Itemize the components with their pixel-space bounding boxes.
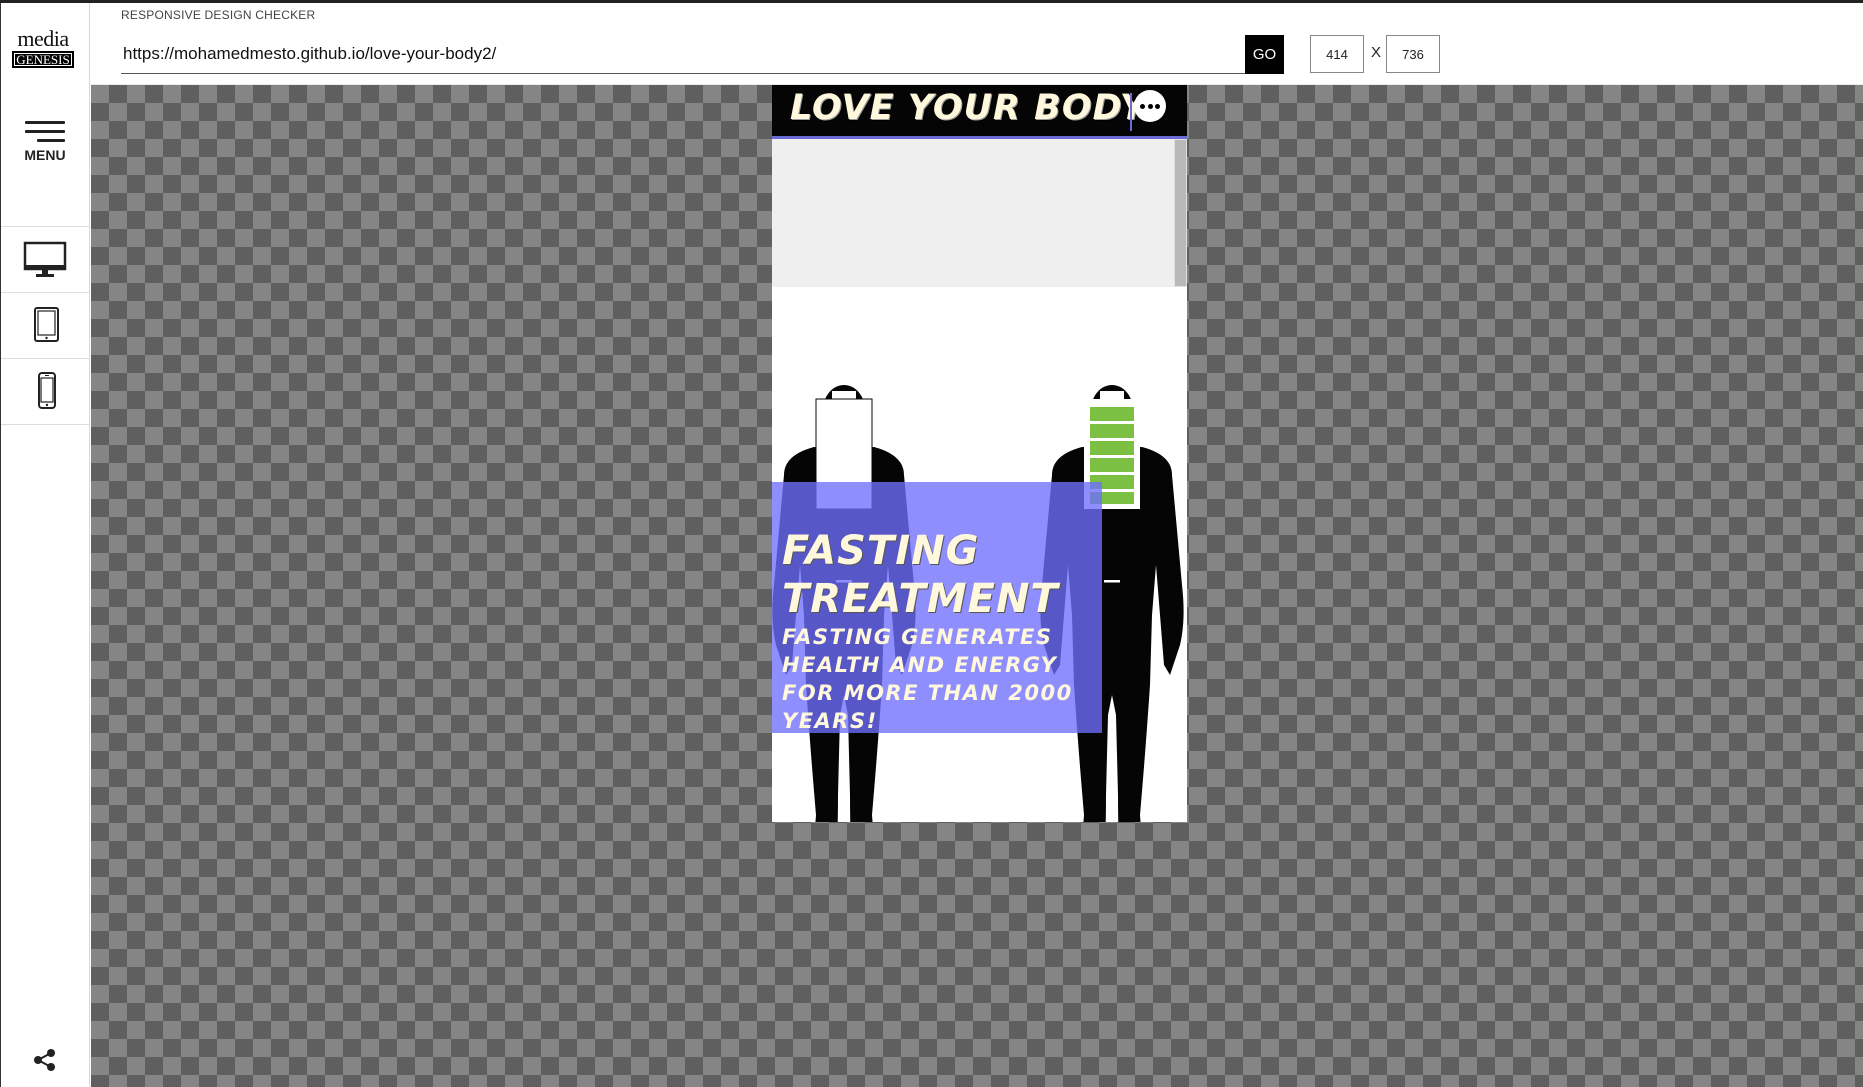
url-input[interactable] [121, 34, 1245, 74]
phone-icon [38, 372, 56, 409]
embedded-frame-area [772, 139, 1187, 287]
hero-subtitle: FASTING GENERATES HEALTH AND ENERGY FOR … [782, 625, 1073, 733]
menu-label: MENU [24, 147, 66, 163]
device-desktop-button[interactable] [1, 227, 89, 293]
device-phone-button[interactable] [1, 359, 89, 425]
monitor-icon [23, 241, 67, 277]
logo-bottom-text: GENESIS [12, 51, 74, 68]
text-cursor [1130, 93, 1132, 131]
app-title: RESPONSIVE DESIGN CHECKER [121, 8, 316, 22]
window-top-border [0, 0, 1863, 3]
site-title: LOVE YOUR BODY! [790, 88, 1164, 128]
hero-title: FASTING TREATMENT [782, 527, 1112, 623]
share-icon[interactable] [31, 1046, 59, 1074]
menu-button[interactable]: MENU [1, 121, 89, 163]
media-genesis-logo[interactable]: media GENESIS [9, 26, 77, 69]
hero-title-line1: FASTING [782, 528, 980, 574]
scrollbar-thumb[interactable] [1175, 140, 1186, 286]
site-header: LOVE YOUR BODY! [772, 85, 1187, 139]
dimension-separator: X [1371, 44, 1382, 61]
hamburger-icon [25, 121, 65, 142]
tablet-icon [34, 307, 59, 342]
go-button[interactable]: GO [1245, 35, 1284, 74]
device-tablet-button[interactable] [1, 293, 89, 359]
sidebar: media GENESIS MENU [0, 3, 90, 1087]
more-options-icon[interactable] [1134, 90, 1166, 122]
height-input[interactable] [1386, 35, 1440, 73]
hero-title-line2: TREATMENT [782, 576, 1059, 622]
device-viewport[interactable]: LOVE YOUR BODY! FASTING TREATMENT FASTIN… [772, 85, 1187, 822]
device-list [1, 226, 89, 425]
logo-top-text: media [17, 26, 69, 51]
width-input[interactable] [1310, 35, 1364, 73]
